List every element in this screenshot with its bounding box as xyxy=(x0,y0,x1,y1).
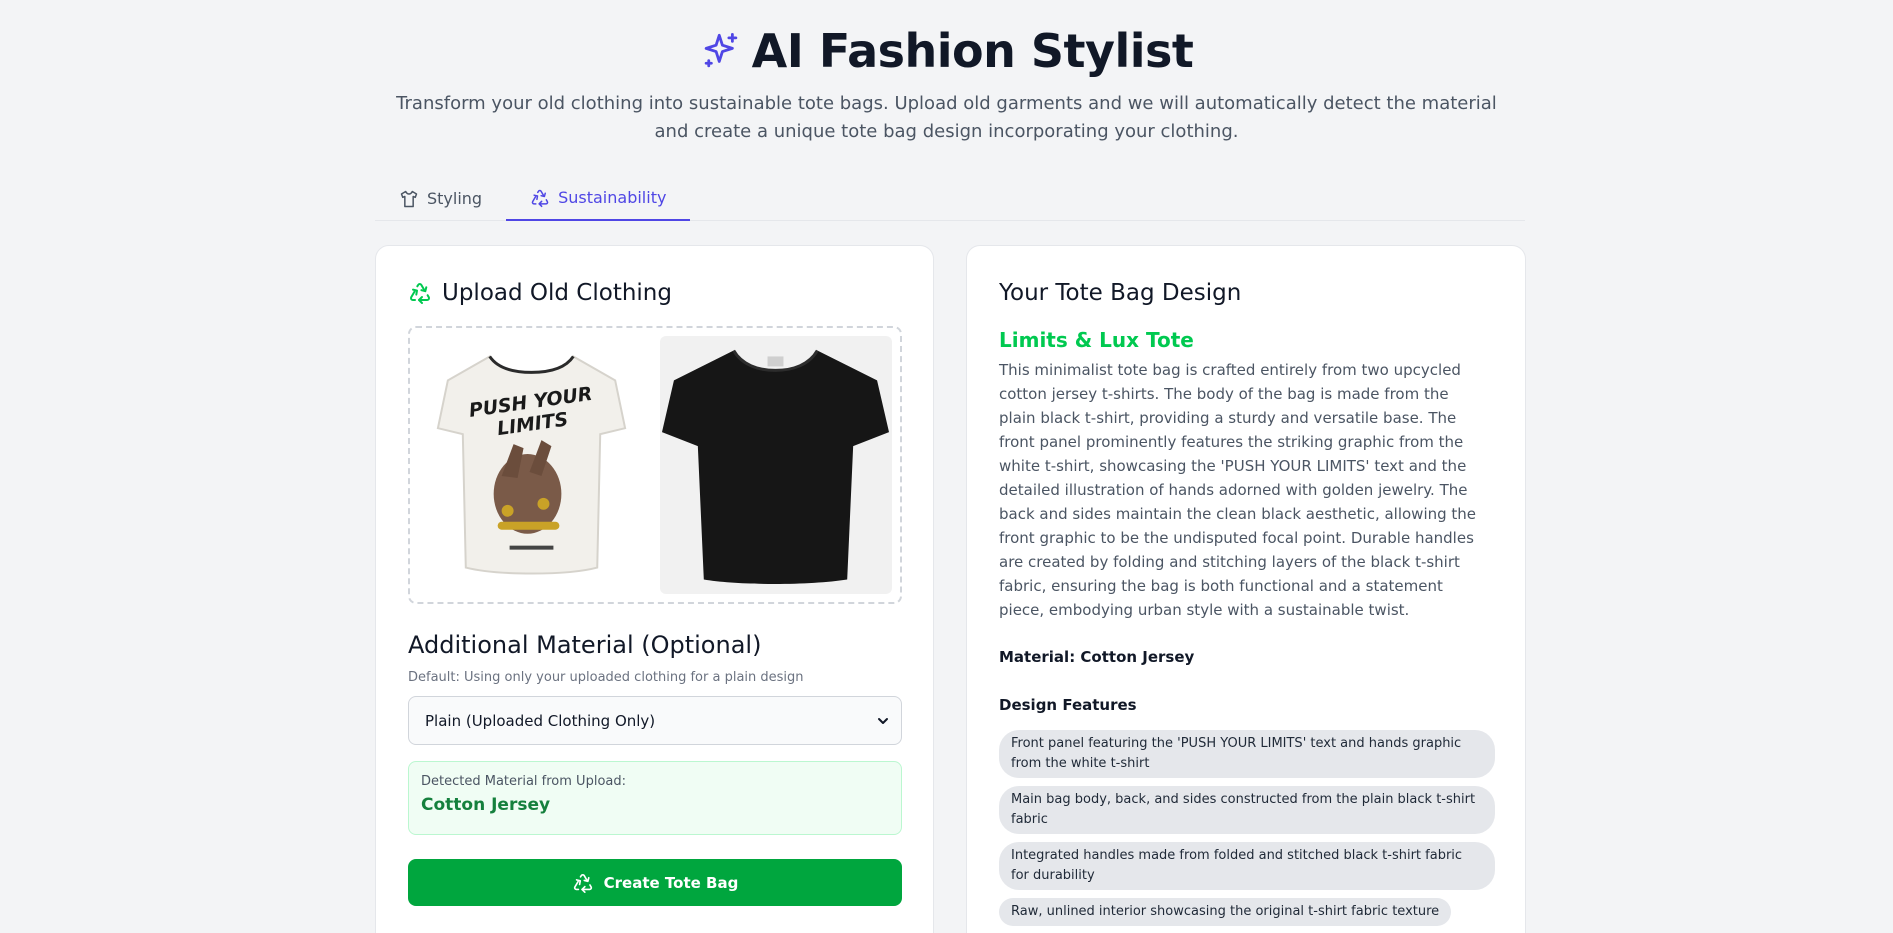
recycle-icon xyxy=(409,283,431,304)
page-subtitle: Transform your old clothing into sustain… xyxy=(396,93,1497,142)
design-features-list: Front panel featuring the 'PUSH YOUR LIM… xyxy=(999,730,1495,926)
design-material: Material: Cotton Jersey xyxy=(999,648,1195,666)
additional-material-title: Additional Material (Optional) xyxy=(408,631,762,659)
upload-heading: Upload Old Clothing xyxy=(408,280,672,306)
detected-material-label: Detected Material from Upload: xyxy=(421,774,626,789)
chevron-down-icon xyxy=(878,717,888,724)
recycle-icon xyxy=(531,189,549,207)
uploaded-image-black-tshirt[interactable] xyxy=(660,336,892,594)
additional-material-hint: Default: Using only your uploaded clothi… xyxy=(408,670,804,685)
feature-pill: Main bag body, back, and sides construct… xyxy=(999,786,1495,834)
title-row: AI Fashion Stylist xyxy=(0,22,1893,80)
page-title: AI Fashion Stylist xyxy=(751,24,1194,78)
detected-material-panel: Detected Material from Upload: Cotton Je… xyxy=(408,761,902,835)
additional-material-select[interactable]: Plain (Uploaded Clothing Only) xyxy=(408,696,902,745)
detected-material-value: Cotton Jersey xyxy=(421,795,551,815)
feature-pill: Integrated handles made from folded and … xyxy=(999,842,1495,890)
design-card: Your Tote Bag Design Limits & Lux Tote T… xyxy=(966,245,1526,933)
select-value: Plain (Uploaded Clothing Only) xyxy=(425,711,656,730)
sparkles-icon xyxy=(704,32,737,68)
design-name: Limits & Lux Tote xyxy=(999,328,1194,352)
uploaded-image-white-tshirt[interactable]: PUSH YOUR LIMITS xyxy=(418,336,650,594)
upload-card: Upload Old Clothing PUSH YOUR LIMITS Add… xyxy=(375,245,934,933)
tab-label: Styling xyxy=(427,189,483,208)
create-tote-bag-button[interactable]: Create Tote Bag xyxy=(408,859,902,906)
design-features-title: Design Features xyxy=(999,696,1137,714)
create-button-label: Create Tote Bag xyxy=(603,873,739,892)
design-description: This minimalist tote bag is crafted enti… xyxy=(999,361,1477,619)
upload-dropzone[interactable]: PUSH YOUR LIMITS xyxy=(408,326,902,604)
tab-styling[interactable]: Styling xyxy=(375,176,506,221)
tab-bar: Styling Sustainability xyxy=(375,176,1525,221)
black-tshirt-image xyxy=(661,349,890,584)
shirt-icon xyxy=(400,190,418,207)
design-card-title: Your Tote Bag Design xyxy=(999,280,1242,306)
white-tshirt-image: PUSH YOUR LIMITS xyxy=(436,355,627,575)
tab-label: Sustainability xyxy=(558,188,667,207)
upload-title: Upload Old Clothing xyxy=(442,280,672,306)
feature-pill: Front panel featuring the 'PUSH YOUR LIM… xyxy=(999,730,1495,778)
tab-sustainability[interactable]: Sustainability xyxy=(506,176,691,221)
feature-pill: Raw, unlined interior showcasing the ori… xyxy=(999,898,1452,926)
page-header: AI Fashion Stylist Transform your old cl… xyxy=(0,22,1893,146)
recycle-icon xyxy=(573,873,592,893)
